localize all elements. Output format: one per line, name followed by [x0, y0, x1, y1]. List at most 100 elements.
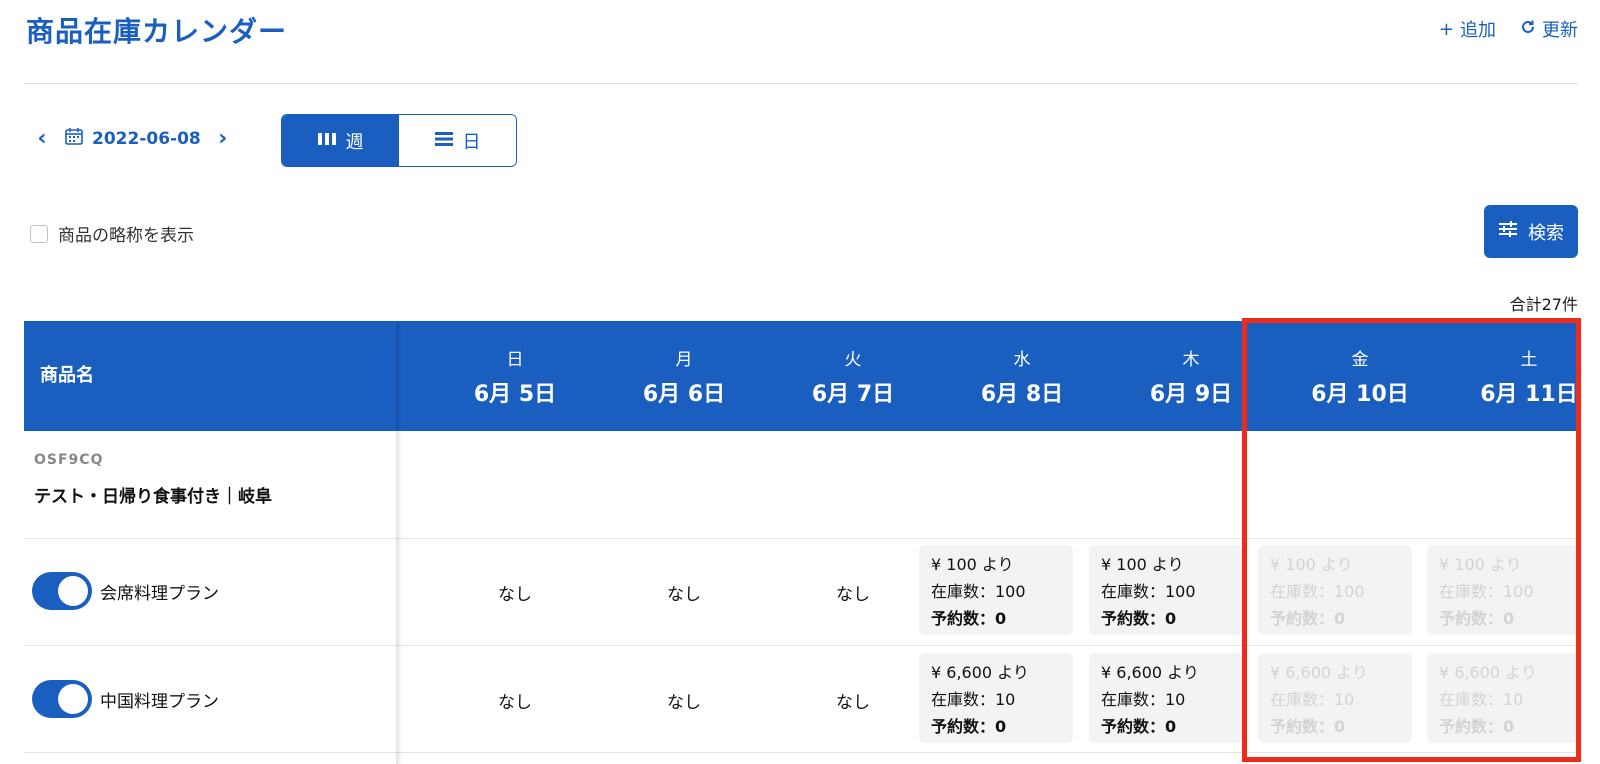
date-label: 6月 7日 [811, 382, 895, 407]
date-navigator: ‹ 2022-06-08 › [32, 126, 233, 151]
date-label: 6月 5日 [473, 382, 557, 407]
day-header-sun: 日 6月 5日 [431, 345, 599, 408]
product-name: テスト・日帰り食事付き｜岐阜 [34, 487, 272, 507]
total-count: 合計27件 [1509, 295, 1578, 314]
no-inventory-cell: なし [836, 585, 870, 605]
stock-count: 在庫数：10 [1439, 690, 1524, 709]
no-inventory-cell: なし [667, 585, 701, 605]
plus-icon: + [1438, 18, 1454, 40]
calendar-icon [64, 126, 84, 151]
price-from: ¥ 6,600 より [1439, 663, 1537, 682]
no-inventory-cell: なし [498, 585, 532, 605]
price-from: ¥ 100 より [1101, 555, 1184, 574]
date-label: 6月 11日 [1480, 382, 1578, 407]
search-label: 検索 [1528, 222, 1564, 244]
price-from: ¥ 100 より [1270, 555, 1353, 574]
price-from: ¥ 6,600 より [1270, 663, 1368, 682]
date-label: 6月 6日 [642, 382, 726, 407]
name-column-shadow [396, 321, 402, 764]
day-header-thu: 木 6月 9日 [1107, 345, 1275, 408]
weekday-label: 水 [1013, 350, 1031, 370]
no-inventory-cell: なし [498, 693, 532, 713]
calendar-header: 商品名 日 6月 5日 月 6月 6日 火 6月 7日 水 6月 8日 木 6月… [24, 321, 1578, 431]
product-code: OSF9CQ [34, 452, 104, 468]
search-button[interactable]: 検索 [1484, 205, 1578, 258]
plan-name: 中国料理プラン [100, 691, 219, 712]
row-divider [24, 752, 1578, 753]
date-label: 6月 10日 [1311, 382, 1409, 407]
reservation-count: 予約数：0 [1270, 717, 1346, 736]
stock-count: 在庫数：100 [1439, 582, 1534, 601]
chevron-left-icon[interactable]: ‹ [32, 126, 52, 151]
toggle-knob [58, 576, 88, 606]
row-divider [24, 538, 1578, 539]
chevron-right-icon[interactable]: › [213, 126, 233, 151]
inventory-cell[interactable]: ¥ 100 より 在庫数：100 予約数：0 [1089, 545, 1243, 635]
price-from: ¥ 6,600 より [1101, 663, 1199, 682]
inventory-cell-disabled: ¥ 100 より 在庫数：100 予約数：0 [1258, 545, 1412, 635]
header-actions: + 追加 更新 [1439, 16, 1578, 42]
no-inventory-cell: なし [836, 693, 870, 713]
week-view-label: 週 [345, 131, 364, 153]
checkbox-box[interactable] [30, 224, 48, 243]
product-name-header: 商品名 [40, 365, 94, 386]
refresh-label: 更新 [1542, 20, 1578, 41]
refresh-icon [1520, 19, 1536, 40]
day-view-label: 日 [462, 131, 481, 153]
no-inventory-cell: なし [667, 693, 701, 713]
show-abbreviation-label: 商品の略称を表示 [58, 226, 194, 246]
refresh-button[interactable]: 更新 [1520, 16, 1578, 42]
toggle-knob [58, 684, 88, 714]
reservation-count: 予約数：0 [1270, 609, 1346, 628]
inventory-cell[interactable]: ¥ 100 より 在庫数：100 予約数：0 [919, 545, 1073, 635]
day-header-tue: 火 6月 7日 [769, 345, 937, 408]
weekday-label: 日 [506, 350, 524, 370]
plan-enabled-toggle[interactable] [32, 680, 92, 718]
weekday-label: 木 [1182, 350, 1200, 370]
day-header-mon: 月 6月 6日 [600, 345, 768, 408]
day-view-tab[interactable]: 日 [399, 115, 516, 166]
stock-count: 在庫数：10 [931, 690, 1016, 709]
day-rows-icon [434, 130, 453, 151]
inventory-cell[interactable]: ¥ 6,600 より 在庫数：10 予約数：0 [1089, 653, 1243, 743]
view-toggle: 週 日 [281, 114, 517, 167]
plan-name: 会席料理プラン [100, 583, 219, 604]
row-divider [24, 645, 1578, 646]
date-label: 6月 8日 [980, 382, 1064, 407]
week-view-tab[interactable]: 週 [282, 115, 399, 166]
stock-count: 在庫数：100 [1270, 582, 1365, 601]
add-button[interactable]: + 追加 [1439, 16, 1496, 42]
weekday-label: 月 [675, 350, 693, 370]
week-columns-icon [317, 130, 336, 151]
reservation-count: 予約数：0 [1439, 609, 1515, 628]
stock-count: 在庫数：10 [1270, 690, 1355, 709]
reservation-count: 予約数：0 [931, 717, 1007, 736]
inventory-cell-disabled: ¥ 100 より 在庫数：100 予約数：0 [1427, 545, 1581, 635]
stock-count: 在庫数：100 [931, 582, 1026, 601]
price-from: ¥ 100 より [931, 555, 1014, 574]
reservation-count: 予約数：0 [1101, 609, 1177, 628]
header-divider [24, 83, 1578, 84]
price-from: ¥ 100 より [1439, 555, 1522, 574]
plan-row-label: 会席料理プラン [32, 572, 219, 610]
stock-count: 在庫数：100 [1101, 582, 1196, 601]
day-header-wed: 水 6月 8日 [938, 345, 1106, 408]
price-from: ¥ 6,600 より [931, 663, 1029, 682]
page-title: 商品在庫カレンダー [26, 15, 288, 48]
current-date: 2022-06-08 [92, 128, 201, 149]
plan-enabled-toggle[interactable] [32, 572, 92, 610]
show-abbreviation-checkbox[interactable]: 商品の略称を表示 [30, 221, 194, 246]
reservation-count: 予約数：0 [1101, 717, 1177, 736]
inventory-cell-disabled: ¥ 6,600 より 在庫数：10 予約数：0 [1258, 653, 1412, 743]
reservation-count: 予約数：0 [1439, 717, 1515, 736]
inventory-cell[interactable]: ¥ 6,600 より 在庫数：10 予約数：0 [919, 653, 1073, 743]
inventory-cell-disabled: ¥ 6,600 より 在庫数：10 予約数：0 [1427, 653, 1581, 743]
date-picker[interactable]: 2022-06-08 [64, 126, 201, 151]
day-header-fri: 金 6月 10日 [1276, 345, 1444, 408]
filter-sliders-icon [1498, 220, 1518, 243]
add-label: 追加 [1460, 20, 1496, 41]
weekday-label: 火 [844, 350, 862, 370]
stock-count: 在庫数：10 [1101, 690, 1186, 709]
date-label: 6月 9日 [1149, 382, 1233, 407]
day-header-sat: 土 6月 11日 [1445, 345, 1600, 408]
